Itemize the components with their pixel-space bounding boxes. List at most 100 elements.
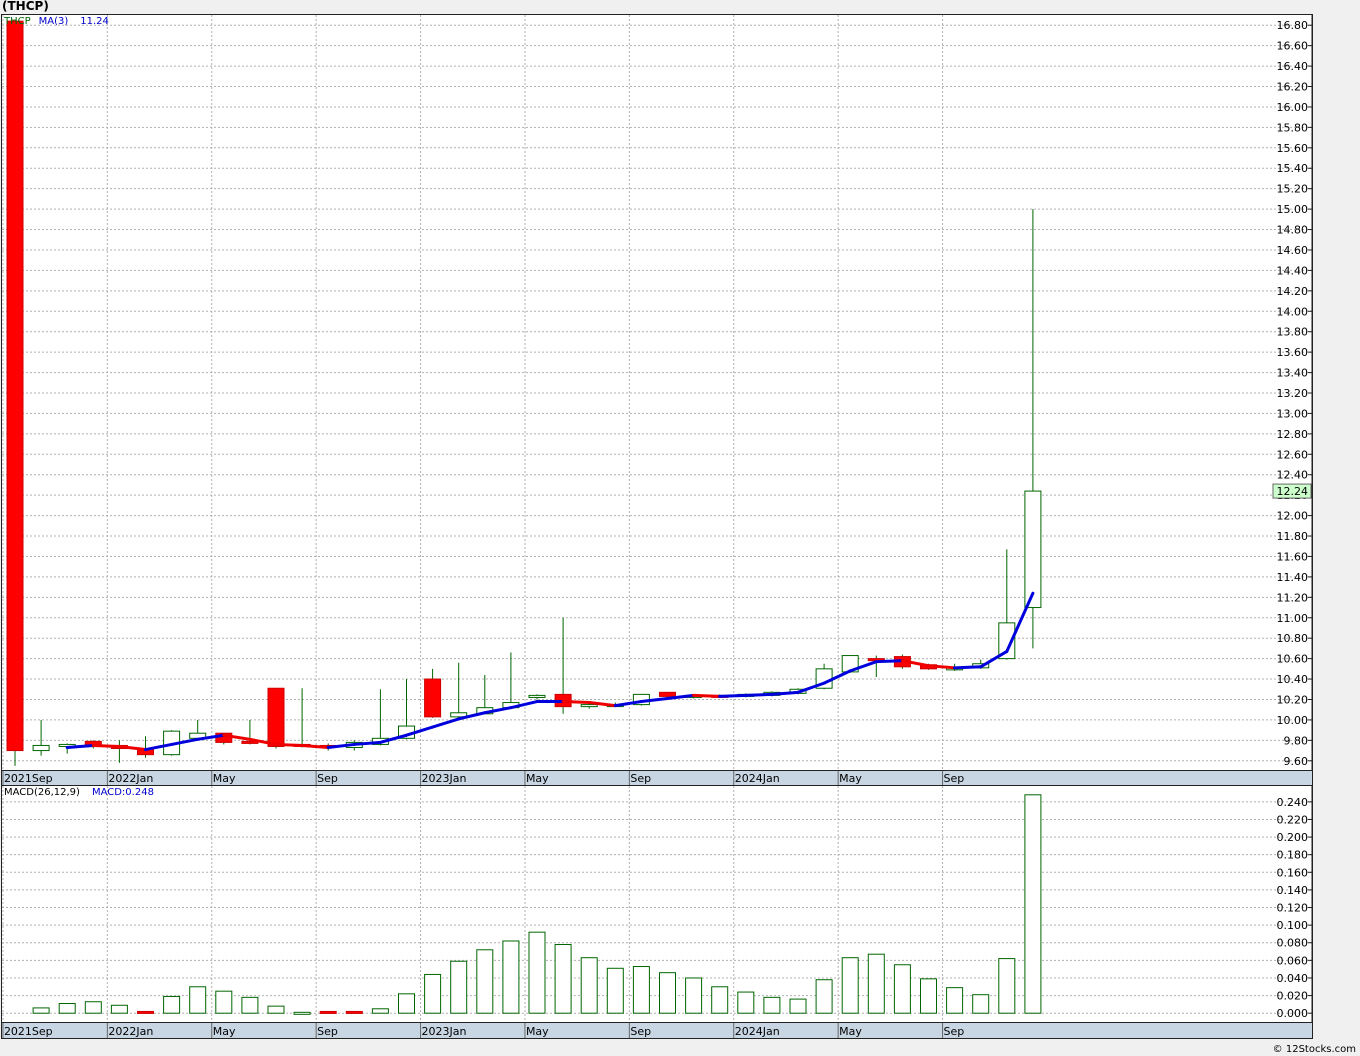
macd-value: MACD:0.248 [91, 787, 154, 798]
symbol-label: THCP [4, 16, 31, 27]
ma-line-segment [979, 649, 1009, 669]
y-tick-label: 10.40 [1277, 673, 1309, 686]
x-tick-label: Sep [317, 1025, 338, 1038]
copyright-text: © 12Stocks.com [1272, 1044, 1356, 1055]
y-tick-label: 10.20 [1277, 693, 1309, 706]
y-tick-label: 13.80 [1277, 326, 1309, 339]
ma-line-segment [561, 700, 591, 705]
y-tick-label: 0.040 [1277, 972, 1309, 985]
y-tick-label: 0.140 [1277, 884, 1309, 897]
x-tick-label: Sep [944, 772, 965, 785]
macd-bar [450, 960, 468, 1014]
ma-line-segment [274, 742, 304, 747]
y-tick-label: 13.60 [1277, 346, 1309, 359]
ma-line-segment [1005, 591, 1035, 653]
candle-body [6, 20, 24, 752]
macd-bar [528, 931, 546, 1014]
macd-bar [972, 994, 990, 1014]
y-tick-label: 16.60 [1277, 40, 1309, 53]
y-tick-label: 11.00 [1277, 612, 1309, 625]
macd-bar [606, 967, 624, 1014]
ma-line-segment [927, 664, 957, 670]
x-tick-label: May [213, 772, 236, 785]
x-tick-label: 2023Jan [422, 1025, 467, 1038]
y-tick-label: 15.40 [1277, 162, 1309, 175]
macd-bar [502, 940, 520, 1014]
x-tick-label: May [526, 772, 549, 785]
macd-bar [345, 1010, 363, 1014]
x-tick-label: May [839, 1025, 862, 1038]
y-tick-label: 14.00 [1277, 305, 1309, 318]
y-tick-label: 16.00 [1277, 101, 1309, 114]
macd-bar [241, 996, 259, 1014]
x-tick-label: Sep [317, 772, 338, 785]
y-tick-label: 10.80 [1277, 632, 1309, 645]
ma-line-segment [117, 744, 147, 752]
x-tick-label: 2023Jan [422, 772, 467, 785]
y-tick-label: 0.120 [1277, 902, 1309, 915]
x-tick-label: 2024Jan [735, 1025, 780, 1038]
x-tick-label: May [526, 1025, 549, 1038]
y-tick-label: 13.20 [1277, 387, 1309, 400]
macd-label: MACD(26,12,9) [4, 787, 80, 798]
candle-body [580, 704, 598, 708]
y-tick-label: 16.80 [1277, 19, 1309, 32]
ma-line-segment [718, 693, 748, 698]
macd-bar [815, 979, 833, 1014]
macd-bar [424, 973, 442, 1014]
y-tick-label: 10.60 [1277, 653, 1309, 666]
macd-bar [58, 1003, 76, 1014]
price-date-axis: 2021Sep 2022Jan May Sep 2023Jan May Sep 2024Jan… [1, 770, 1313, 786]
y-tick-label: 0.200 [1277, 831, 1309, 844]
y-tick-label: 12.80 [1277, 428, 1309, 441]
macd-bar [32, 1007, 50, 1014]
y-tick-label: 13.40 [1277, 367, 1309, 380]
y-tick-label: 0.060 [1277, 954, 1309, 967]
candle-body [32, 744, 50, 752]
price-legend: THCP MA(3) 11.24 [4, 16, 109, 27]
y-tick-label: 10.00 [1277, 714, 1309, 727]
macd-bar [137, 1010, 154, 1014]
macd-legend: MACD(26,12,9) MACD:0.248 [4, 787, 154, 798]
macd-bar [398, 993, 415, 1014]
y-tick-label: 15.60 [1277, 142, 1309, 155]
chart-title: (THCP) [2, 0, 49, 13]
macd-bar [946, 987, 964, 1014]
macd-bar [659, 972, 676, 1014]
macd-bar [763, 996, 781, 1014]
y-tick-label: 15.00 [1277, 203, 1309, 216]
y-tick-label: 11.20 [1277, 591, 1309, 604]
x-tick-label: 2021Sep [4, 772, 53, 785]
ma-line-segment [352, 740, 382, 746]
macd-bar [841, 957, 859, 1014]
ma-line-segment [692, 693, 722, 698]
last-price-label: 12.24 [1277, 485, 1309, 498]
y-tick-label: 0.020 [1277, 990, 1309, 1003]
macd-bar [632, 966, 650, 1014]
macd-bar [920, 978, 937, 1014]
candle-body [424, 678, 442, 718]
y-tick-label: 11.40 [1277, 571, 1309, 584]
x-tick-label: Sep [630, 772, 651, 785]
candle-body [267, 687, 285, 747]
y-tick-label: 15.80 [1277, 121, 1309, 134]
ma-line-segment [874, 659, 904, 664]
macd-chart: 0.000 0.020 0.040 0.060 0.080 0.100 0.120 0.140… [2, 786, 1312, 1022]
x-tick-label: Sep [630, 1025, 651, 1038]
macd-bar [84, 1001, 102, 1014]
y-tick-label: 15.20 [1277, 183, 1309, 196]
macd-bar [580, 957, 598, 1014]
macd-bar [711, 986, 729, 1014]
ma-line-segment [744, 692, 774, 697]
x-tick-label: 2022Jan [108, 772, 153, 785]
macd-bar [371, 1008, 389, 1014]
ma-line-segment [91, 743, 121, 748]
y-tick-label: 0.100 [1277, 919, 1309, 932]
y-tick-label: 11.60 [1277, 550, 1309, 563]
y-tick-label: 0.000 [1277, 1007, 1309, 1020]
macd-bar [110, 1004, 128, 1014]
macd-bar [789, 998, 807, 1014]
x-tick-label: May [839, 772, 862, 785]
y-tick-label: 11.80 [1277, 530, 1309, 543]
ma-label: MA(3) [38, 16, 69, 27]
